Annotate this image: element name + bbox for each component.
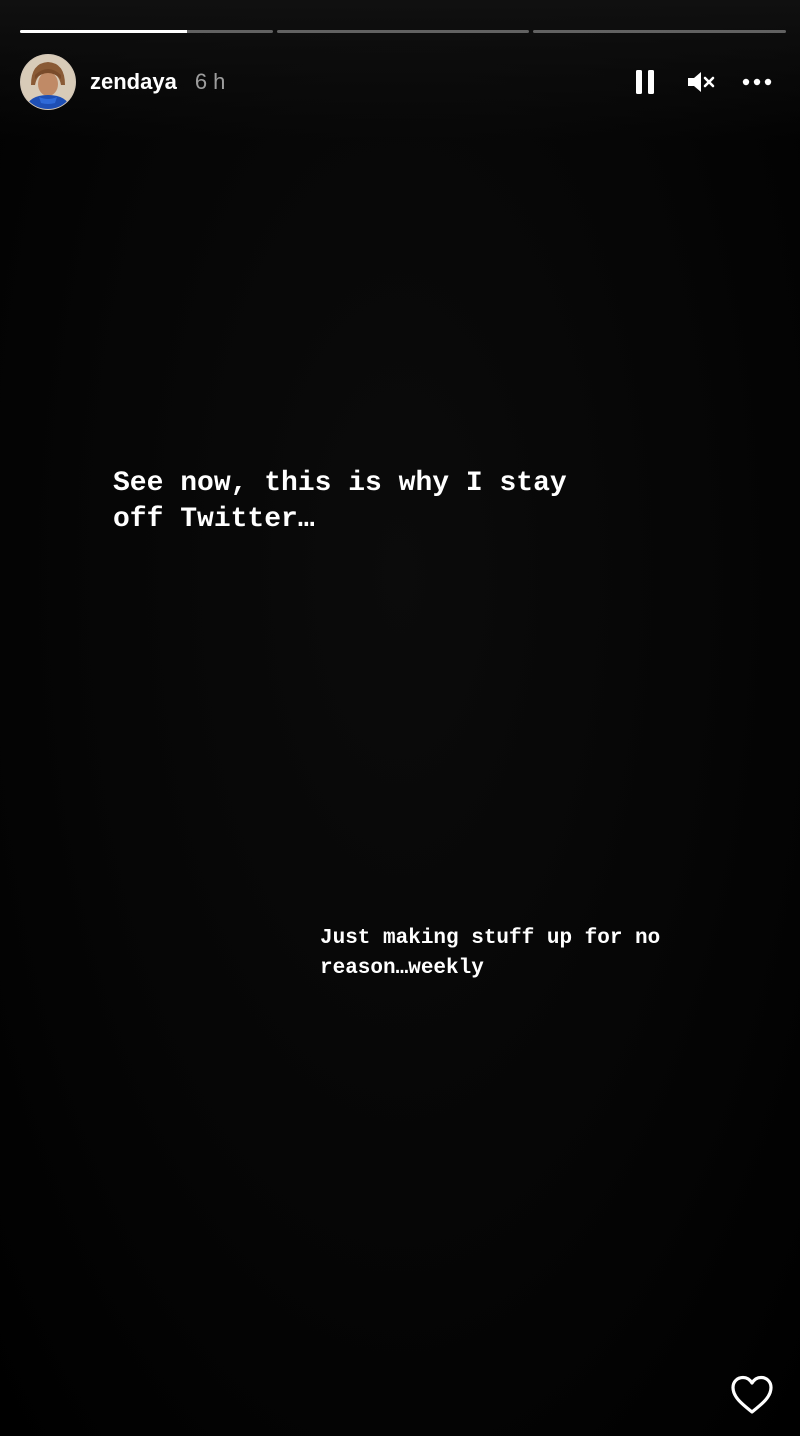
pause-button[interactable] bbox=[630, 67, 660, 97]
avatar-image bbox=[21, 55, 75, 109]
mute-icon bbox=[688, 72, 715, 92]
progress-segment bbox=[533, 30, 787, 33]
story-text-primary: See now, this is why I stay off Twitter… bbox=[113, 468, 567, 535]
story-text-secondary: Just making stuff up for no reason…weekl… bbox=[320, 927, 661, 980]
more-options-button[interactable] bbox=[742, 67, 772, 97]
story-progress-bar bbox=[20, 30, 787, 34]
mute-button[interactable] bbox=[686, 67, 716, 97]
story-viewer: zendaya 6 h See now, this is why I stay … bbox=[0, 0, 800, 1436]
progress-segment bbox=[276, 30, 530, 33]
avatar[interactable] bbox=[20, 54, 76, 110]
progress-segment bbox=[20, 30, 273, 33]
story-header: zendaya 6 h bbox=[20, 54, 780, 110]
progress-segment-fill bbox=[20, 30, 187, 33]
more-options-icon bbox=[742, 78, 772, 86]
username[interactable]: zendaya bbox=[90, 69, 177, 95]
post-timestamp: 6 h bbox=[194, 69, 226, 94]
pause-icon bbox=[636, 70, 654, 94]
heart-icon bbox=[731, 1375, 773, 1414]
story-controls bbox=[630, 67, 780, 97]
like-button[interactable] bbox=[730, 1374, 774, 1416]
